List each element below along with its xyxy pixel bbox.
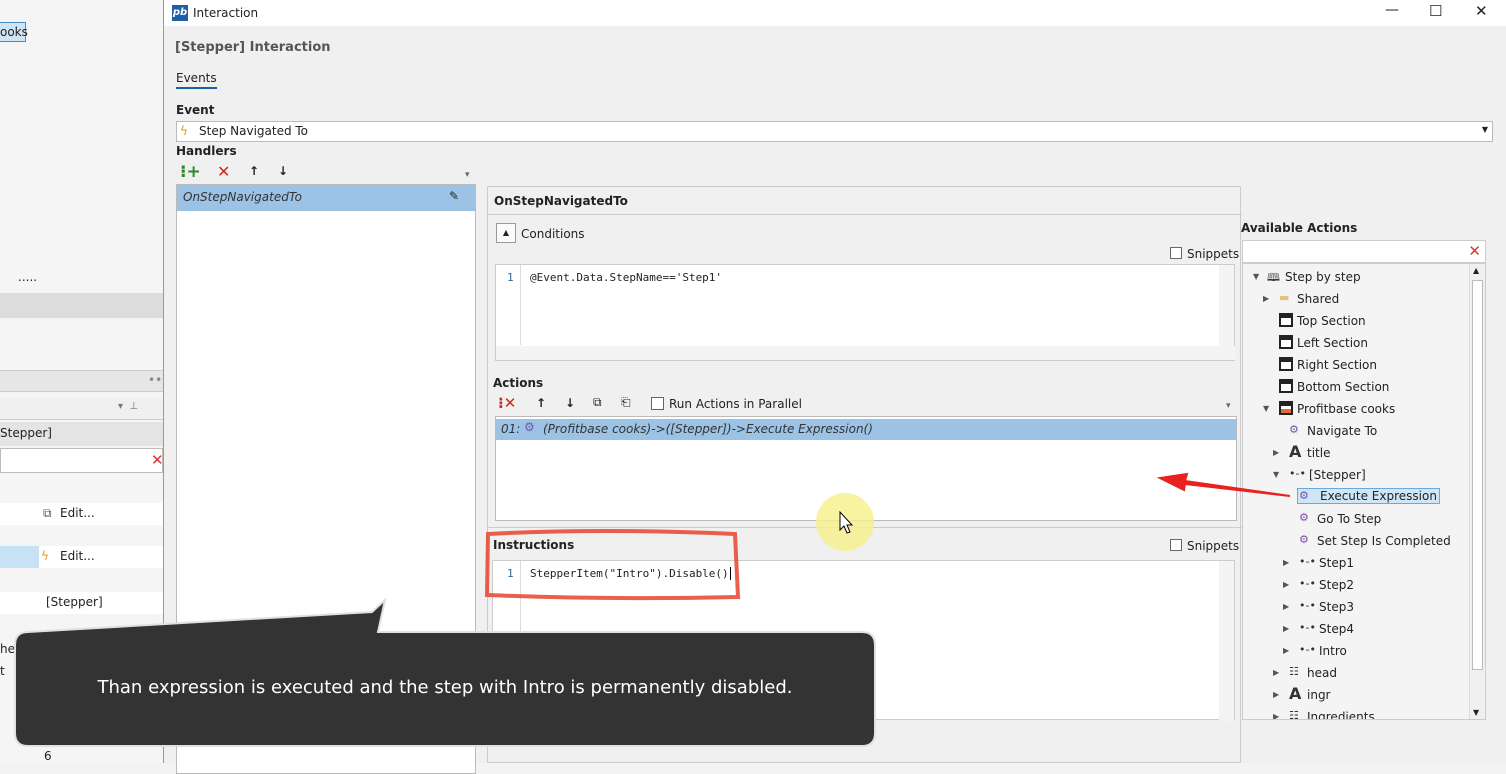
- red-arrow: [1156, 472, 1291, 497]
- red-highlight-box: [484, 529, 741, 601]
- callout-text: Than expression is executed and the step…: [97, 677, 793, 698]
- annotation-overlay: [14, 472, 1291, 747]
- callout-bubble: [14, 597, 876, 747]
